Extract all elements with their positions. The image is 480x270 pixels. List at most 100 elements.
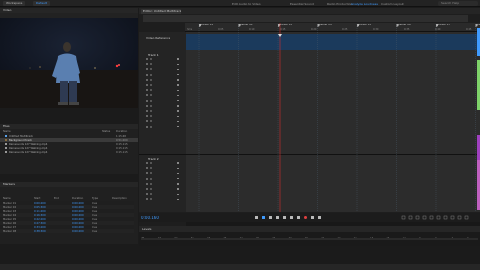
track-dropdown-icon[interactable] — [177, 58, 179, 60]
track-control-icon[interactable] — [146, 198, 148, 201]
menu-item-essential-sound[interactable]: Essential Sound — [290, 2, 314, 6]
track-control-icon[interactable] — [150, 78, 152, 81]
track-1-name[interactable]: Track 1 — [148, 54, 159, 57]
markers-column-description[interactable]: Description — [112, 197, 127, 200]
track-2-name[interactable]: Track 2 — [148, 158, 159, 161]
track-dropdown-icon[interactable] — [177, 115, 179, 117]
timeline-marker-label[interactable]: Marker 02 — [240, 24, 253, 27]
track-control-icon[interactable] — [146, 63, 148, 66]
track-dropdown-icon[interactable] — [177, 193, 179, 195]
track-dropdown-icon[interactable] — [177, 162, 179, 164]
timeline-marker-label[interactable]: Marker 04 — [319, 24, 332, 27]
track-control-icon[interactable] — [150, 58, 152, 60]
editor-document-tab[interactable]: Editor: Untitled Multitrack * — [141, 8, 181, 14]
time-ruler[interactable]: hms 0:05 0:10 0:15 0:20 0:25 0:30 0:35 0:40 0:45 — [185, 23, 480, 32]
track-dropdown-icon[interactable] — [177, 188, 179, 190]
track-control-icon[interactable] — [146, 172, 148, 175]
track-control-icon[interactable] — [150, 115, 152, 118]
markers-column-name[interactable]: Name — [3, 197, 11, 200]
track-control-icon[interactable] — [146, 110, 148, 112]
track-control-icon[interactable] — [150, 182, 152, 185]
track-control-icon[interactable] — [150, 89, 152, 92]
timeline-marker-label[interactable]: Marker 01 — [200, 24, 213, 27]
workspace-button[interactable]: Workspace — [3, 1, 26, 6]
track-control-icon[interactable] — [146, 193, 148, 196]
track-control-icon[interactable] — [150, 99, 152, 102]
track-dropdown-icon[interactable] — [177, 89, 179, 91]
track-dropdown-icon[interactable] — [177, 110, 179, 112]
track-control-icon[interactable] — [146, 162, 148, 164]
files-column-duration[interactable]: Duration — [116, 130, 127, 133]
track-control-icon[interactable] — [146, 94, 148, 97]
timeline-overview-bar[interactable] — [143, 15, 468, 22]
track-dropdown-icon[interactable] — [177, 68, 179, 71]
menu-item-analyze-loudness[interactable]: Analyze Loudness — [351, 2, 378, 6]
track-control-icon[interactable] — [150, 193, 152, 196]
track-control-icon[interactable] — [150, 94, 152, 97]
file-row[interactable]: Rainsounds 127 Walking.mp4 0:15.115 — [0, 150, 138, 154]
track-control-icon[interactable] — [146, 177, 148, 180]
track-control-icon[interactable] — [146, 182, 148, 185]
track-control-icon[interactable] — [146, 120, 148, 123]
track-control-icon[interactable] — [146, 125, 148, 128]
markers-column-duration[interactable]: Duration — [72, 197, 83, 200]
track-dropdown-icon[interactable] — [177, 125, 179, 128]
track-control-icon[interactable] — [146, 115, 148, 118]
track-dropdown-icon[interactable] — [177, 99, 179, 102]
track-control-icon[interactable] — [146, 167, 148, 170]
timeline-marker-label[interactable]: Marker 03 — [279, 24, 292, 27]
track-control-icon[interactable] — [150, 125, 152, 128]
track-control-icon[interactable] — [146, 68, 148, 71]
track-control-icon[interactable] — [150, 188, 152, 190]
track-control-icon[interactable] — [150, 68, 152, 71]
track-control-icon[interactable] — [150, 162, 152, 164]
timeline-marker-label[interactable]: Marker 08 — [477, 24, 480, 27]
track-control-icon[interactable] — [146, 73, 148, 76]
track-control-icon[interactable] — [146, 84, 148, 86]
track-control-icon[interactable] — [150, 110, 152, 112]
track-control-icon[interactable] — [146, 188, 148, 190]
files-column-status[interactable]: Status — [102, 130, 110, 133]
track-dropdown-icon[interactable] — [177, 63, 179, 65]
menu-item-radio-production[interactable]: Radio Production — [327, 2, 352, 6]
timeline-marker-label[interactable]: Marker 06 — [398, 24, 411, 27]
track-control-icon[interactable] — [146, 78, 148, 81]
video-reference-lane[interactable] — [139, 34, 480, 50]
files-column-name[interactable]: Name — [3, 130, 11, 133]
track-dropdown-icon[interactable] — [177, 73, 179, 76]
track-control-icon[interactable] — [150, 73, 152, 76]
track-dropdown-icon[interactable] — [177, 120, 179, 123]
track-dropdown-icon[interactable] — [177, 84, 179, 86]
track-control-icon[interactable] — [150, 167, 152, 170]
menu-item-edit-audio-to-video[interactable]: Edit Audio to Video — [232, 2, 261, 6]
markers-column-start[interactable]: Start — [34, 197, 40, 200]
timeline-marker-label[interactable]: Marker 07 — [437, 24, 450, 27]
track-dropdown-icon[interactable] — [177, 105, 179, 107]
track-control-icon[interactable] — [146, 99, 148, 102]
track-control-icon[interactable] — [146, 89, 148, 92]
track-dropdown-icon[interactable] — [177, 177, 179, 180]
markers-column-type[interactable]: Type — [92, 197, 98, 200]
track-dropdown-icon[interactable] — [177, 79, 179, 81]
track-control-icon[interactable] — [146, 58, 148, 60]
track-control-icon[interactable] — [150, 198, 152, 201]
markers-column-end[interactable]: End — [54, 197, 59, 200]
track-control-icon[interactable] — [146, 104, 148, 107]
track-control-icon[interactable] — [150, 172, 152, 175]
track-dropdown-icon[interactable] — [177, 94, 179, 97]
timeline-marker-label[interactable]: Marker 05 — [358, 24, 371, 27]
track-control-icon[interactable] — [150, 63, 152, 66]
track-control-icon[interactable] — [150, 84, 152, 86]
track-control-icon[interactable] — [150, 104, 152, 107]
marker-row[interactable]: Marker 08 0:38.500 0:00.000 Cue — [0, 229, 134, 233]
track-dropdown-icon[interactable] — [177, 198, 179, 201]
default-workspace-button[interactable]: Default — [33, 1, 50, 6]
tracks-area[interactable] — [186, 32, 480, 212]
menu-item-custom-layout[interactable]: Custom Layout — [381, 2, 404, 6]
track-dropdown-icon[interactable] — [177, 183, 179, 185]
track-dropdown-icon[interactable] — [177, 172, 179, 175]
track-control-icon[interactable] — [150, 177, 152, 180]
track-dropdown-icon[interactable] — [177, 167, 179, 169]
search-help-input[interactable]: Search Help — [438, 1, 478, 6]
track-control-icon[interactable] — [150, 120, 152, 123]
